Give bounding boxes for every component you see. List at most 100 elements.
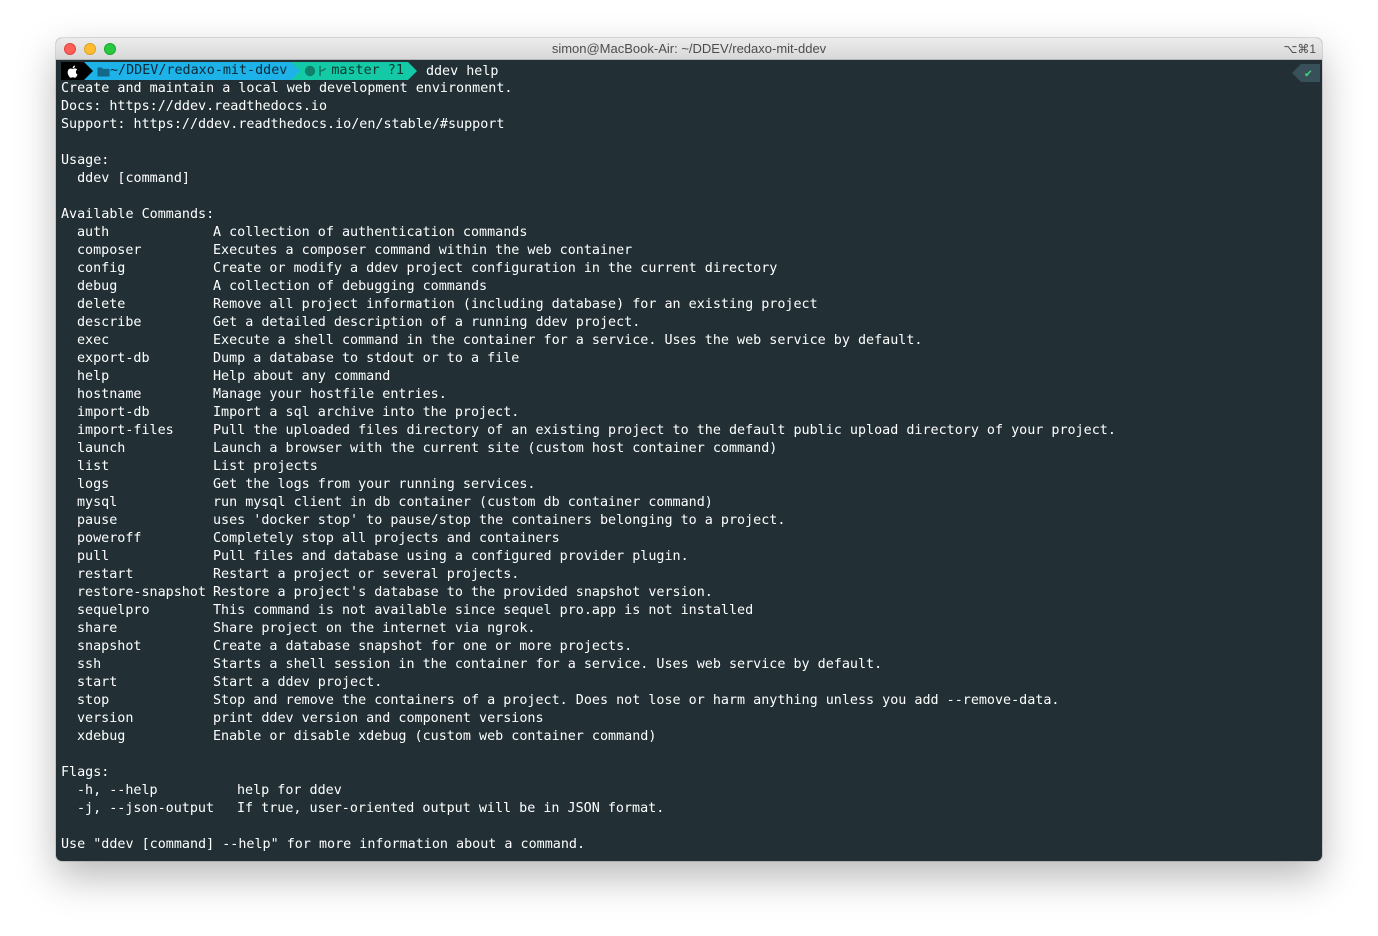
commands-heading: Available Commands: — [61, 207, 215, 222]
usage-line: ddev [command] — [61, 171, 190, 186]
command-name: help — [77, 369, 110, 384]
command-row: start Start a ddev project. — [61, 674, 1322, 692]
command-row: poweroff Completely stop all projects and… — [61, 530, 1322, 548]
command-description: Remove all project information (includin… — [213, 297, 818, 312]
command-row: share Share project on the internet via n… — [61, 620, 1322, 638]
command-row: pause uses 'docker stop' to pause/stop th… — [61, 512, 1322, 530]
prompt-line: ~/DDEV/redaxo-mit-ddev master ?1 ddev he… — [61, 62, 1322, 80]
command-row: export-db Dump a database to stdout or to… — [61, 350, 1322, 368]
command-name: pause — [77, 513, 118, 528]
command-name: debug — [77, 279, 118, 294]
title-bar[interactable]: simon@MacBook-Air: ~/DDEV/redaxo-mit-dde… — [56, 38, 1322, 60]
command-description: A collection of authentication commands — [213, 225, 528, 240]
command-name: start — [77, 675, 118, 690]
command-row: snapshot Create a database snapshot for o… — [61, 638, 1322, 656]
command-description: Get the logs from your running services. — [213, 477, 536, 492]
flag-name: -j, --json-output — [77, 801, 215, 816]
flags-heading: Flags: — [61, 765, 110, 780]
command-row: list List projects — [61, 458, 1322, 476]
command-row: import-db Import a sql archive into the p… — [61, 404, 1322, 422]
command-description: Help about any command — [213, 369, 391, 384]
command-name: describe — [77, 315, 142, 330]
command-row: pull Pull files and database using a conf… — [61, 548, 1322, 566]
command-row: config Create or modify a ddev project co… — [61, 260, 1322, 278]
command-description: Create or modify a ddev project configur… — [213, 261, 778, 276]
command-description: Pull the uploaded files directory of an … — [213, 423, 1116, 438]
command-description: Create a database snapshot for one or mo… — [213, 639, 633, 654]
command-name: composer — [77, 243, 142, 258]
command-name: list — [77, 459, 110, 474]
command-description: Manage your hostfile entries. — [213, 387, 447, 402]
terminal-output[interactable]: ~/DDEV/redaxo-mit-ddev master ?1 ddev he… — [61, 62, 1322, 861]
command-description: Completely stop all projects and contain… — [213, 531, 560, 546]
command-row: version print ddev version and component … — [61, 710, 1322, 728]
command-description: Stop and remove the containers of a proj… — [213, 693, 1060, 708]
command-row: stop Stop and remove the containers of a … — [61, 692, 1322, 710]
command-name: restore-snapshot — [77, 585, 206, 600]
command-row: import-files Pull the uploaded files dire… — [61, 422, 1322, 440]
command-name: xdebug — [77, 729, 126, 744]
command-name: share — [77, 621, 118, 636]
command-name: delete — [77, 297, 126, 312]
command-row: restore-snapshot Restore a project's data… — [61, 584, 1322, 602]
prompt-status-segment: ✔ — [1291, 64, 1320, 82]
command-row: composer Executes a composer command with… — [61, 242, 1322, 260]
window-title: simon@MacBook-Air: ~/DDEV/redaxo-mit-dde… — [551, 41, 827, 56]
command-name: hostname — [77, 387, 142, 402]
prompt-os-segment — [61, 62, 84, 80]
command-row: xdebug Enable or disable xdebug (custom w… — [61, 728, 1322, 746]
command-row: describe Get a detailed description of a … — [61, 314, 1322, 332]
command-row: sequelpro This command is not available s… — [61, 602, 1322, 620]
usage-heading: Usage: — [61, 153, 110, 168]
command-description: Executes a composer command within the w… — [213, 243, 633, 258]
command-name: restart — [77, 567, 134, 582]
command-name: exec — [77, 333, 110, 348]
command-description: Restart a project or several projects. — [213, 567, 520, 582]
flag-row: -h, --help help for ddev — [61, 782, 1322, 800]
flag-description: help for ddev — [237, 783, 342, 798]
command-description: Launch a browser with the current site (… — [213, 441, 778, 456]
command-name: auth — [77, 225, 110, 240]
command-row: ssh Starts a shell session in the contain… — [61, 656, 1322, 674]
branch-icon — [319, 66, 327, 76]
command-name: import-db — [77, 405, 150, 420]
command-name: config — [77, 261, 126, 276]
command-row: auth A collection of authentication comma… — [61, 224, 1322, 242]
intro-line: Support: https://ddev.readthedocs.io/en/… — [61, 117, 505, 132]
command-description: Get a detailed description of a running … — [213, 315, 641, 330]
command-row: debug A collection of debugging commands — [61, 278, 1322, 296]
command-name: poweroff — [77, 531, 142, 546]
command-name: ssh — [77, 657, 102, 672]
command-name: snapshot — [77, 639, 142, 654]
command-description: Enable or disable xdebug (custom web con… — [213, 729, 657, 744]
terminal-window[interactable]: simon@MacBook-Air: ~/DDEV/redaxo-mit-dde… — [56, 38, 1322, 861]
command-description: uses 'docker stop' to pause/stop the con… — [213, 513, 786, 528]
command-row: logs Get the logs from your running servi… — [61, 476, 1322, 494]
flag-row: -j, --json-output If true, user-oriented … — [61, 800, 1322, 818]
command-name: import-files — [77, 423, 174, 438]
prompt-separator — [407, 62, 417, 80]
command-name: pull — [77, 549, 110, 564]
command-row: restart Restart a project or several proj… — [61, 566, 1322, 584]
footer-line: Use "ddev [command] --help" for more inf… — [61, 837, 586, 852]
command-description: This command is not available since sequ… — [213, 603, 754, 618]
prompt-separator — [291, 62, 301, 80]
prompt-git-segment: master ?1 — [300, 62, 408, 80]
command-name: version — [77, 711, 134, 726]
command-name: launch — [77, 441, 126, 456]
command-row: delete Remove all project information (in… — [61, 296, 1322, 314]
command-row: mysql run mysql client in db container (c… — [61, 494, 1322, 512]
apple-icon — [67, 65, 78, 78]
status-separator — [1291, 64, 1301, 82]
command-description: Execute a shell command in the container… — [213, 333, 923, 348]
command-name: logs — [77, 477, 110, 492]
check-icon: ✔ — [1300, 64, 1320, 82]
prompt-dir-segment: ~/DDEV/redaxo-mit-ddev — [93, 62, 292, 80]
intro-line: Docs: https://ddev.readthedocs.io — [61, 99, 328, 114]
prompt-separator — [84, 62, 93, 80]
command-description: Pull files and database using a configur… — [213, 549, 689, 564]
command-row: exec Execute a shell command in the conta… — [61, 332, 1322, 350]
